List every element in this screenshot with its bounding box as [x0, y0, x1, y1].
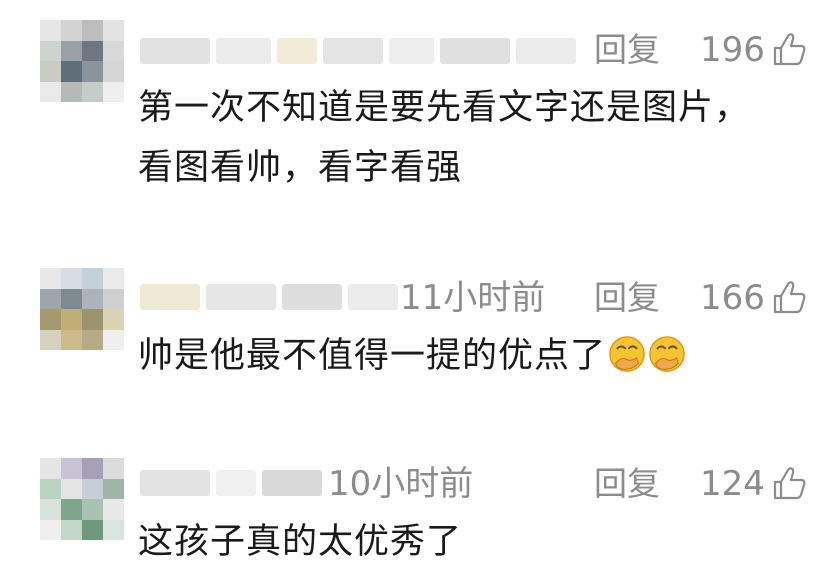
like-count: 124 — [700, 464, 765, 504]
avatar[interactable] — [40, 268, 124, 350]
comment-text: 这孩子真的太优秀了 — [138, 522, 463, 562]
thumbs-up-icon — [773, 33, 806, 66]
comment-text: 帅是他最不值得一提的优点了 — [138, 326, 686, 386]
like-button[interactable]: 196 — [700, 30, 809, 70]
reply-button[interactable]: 回复 — [594, 30, 660, 70]
like-button[interactable]: 166 — [700, 278, 809, 318]
avatar[interactable] — [40, 458, 124, 540]
comment-item: 10小时前 回复 124 这孩子真的太优秀了 — [0, 450, 839, 583]
reply-button[interactable]: 回复 — [594, 278, 660, 318]
comment-item: 回复 196 第一次不知道是要先看文字还是图片， 看图看帅，看字看强 — [0, 0, 839, 200]
thumbs-up-icon — [773, 467, 806, 500]
like-count: 196 — [700, 30, 765, 70]
username[interactable] — [140, 468, 322, 498]
hand-over-mouth-emoji — [609, 336, 645, 372]
like-button[interactable]: 124 — [700, 464, 809, 504]
comment-text: 第一次不知道是要先看文字还是图片， 看图看帅，看字看强 — [138, 88, 751, 188]
username[interactable] — [140, 36, 576, 66]
avatar[interactable] — [40, 20, 124, 102]
thumbs-up-icon — [773, 281, 806, 314]
reply-button[interactable]: 回复 — [594, 464, 660, 504]
comment-time: 11小时前 — [400, 278, 546, 318]
username[interactable] — [140, 282, 398, 312]
hand-over-mouth-emoji — [649, 336, 685, 372]
comment-time: 10小时前 — [328, 464, 474, 504]
like-count: 166 — [700, 278, 765, 318]
comment-item: 11小时前 回复 166 帅是他最不值得一提的优点了 — [0, 260, 839, 410]
